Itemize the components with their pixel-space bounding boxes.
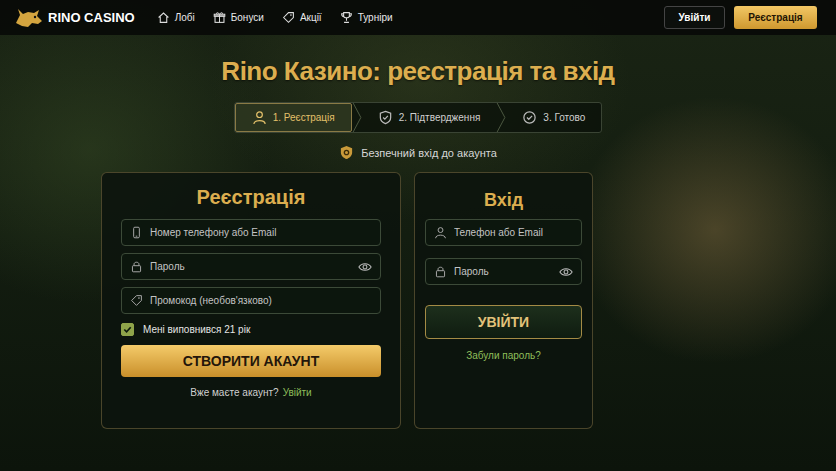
shield-coin-icon (339, 145, 354, 160)
register-input[interactable] (150, 221, 372, 244)
lock-icon (434, 265, 447, 278)
check-icon (122, 324, 133, 335)
secure-note: Безпечний вхід до акаунта (339, 145, 497, 160)
top-bar: RINO CASINO Лобі Бонуси Акції Турніри Увійти Р… (0, 0, 836, 35)
login-field (425, 219, 582, 246)
login-card: Вхід УВІЙТИ Забули пароль? (414, 172, 593, 429)
tag-icon (282, 11, 295, 24)
register-title: Реєстрація (121, 183, 381, 211)
trophy-icon (340, 11, 353, 24)
create-account-button[interactable]: СТВОРИТИ АКАУНТ (121, 345, 381, 377)
nav-item[interactable]: Турніри (340, 11, 393, 24)
nav-item[interactable]: Акції (282, 11, 322, 24)
register-field (121, 287, 381, 314)
register-footer: Вже маєте акаунт?Увійти (121, 387, 381, 398)
gift-icon (213, 11, 226, 24)
page: RINO CASINOЛобіБонусиАкціїТурніриУвійтиР… (0, 0, 836, 471)
user-icon (434, 226, 447, 239)
main-nav: Лобі Бонуси Акції Турніри (157, 11, 393, 24)
rhino-logo-icon (14, 7, 44, 29)
register-input[interactable] (150, 289, 372, 312)
register-card: Реєстрація Мені виповнився 21 рік СТВОРИТИ… (101, 172, 401, 429)
nav-item[interactable]: Бонуси (213, 11, 264, 24)
step: 3. Готово (506, 103, 601, 132)
lock-icon (130, 260, 143, 273)
register-field (121, 219, 381, 246)
login-button[interactable]: УВІЙТИ (425, 305, 582, 339)
main-content: Rino Казино: реєстрація та вхід 1. Реєстр… (0, 35, 836, 429)
header-register-button[interactable]: Реєстрація (734, 6, 817, 29)
login-link[interactable]: Увійти (283, 387, 312, 398)
step-separator-icon (352, 103, 362, 132)
forms-row: Реєстрація Мені виповнився 21 рік СТВОРИТИ… (101, 172, 593, 429)
age-checkbox-row[interactable]: Мені виповнився 21 рік (121, 323, 381, 336)
eye-icon[interactable] (559, 265, 573, 279)
login-input[interactable] (454, 221, 573, 244)
register-field (121, 253, 381, 280)
eye-icon[interactable] (358, 260, 372, 274)
home-icon (157, 11, 170, 24)
phone-icon (130, 226, 143, 239)
register-input[interactable] (150, 255, 351, 278)
forgot-password-link[interactable]: Забули пароль? (425, 350, 582, 361)
shield-check-icon (378, 110, 393, 125)
age-checkbox[interactable] (121, 323, 134, 336)
logo[interactable]: RINO CASINO (14, 7, 135, 29)
login-title: Вхід (425, 187, 582, 213)
stepper: 1. Реєстрація 2. Підтвердження 3. Готово (234, 102, 603, 133)
tag-icon (130, 294, 143, 307)
check-circle-icon (522, 110, 537, 125)
step: 1. Реєстрація (235, 103, 352, 132)
nav-item[interactable]: Лобі (157, 11, 195, 24)
step: 2. Підтвердження (362, 103, 497, 132)
user-icon (252, 110, 267, 125)
step-separator-icon (496, 103, 506, 132)
header-login-button[interactable]: Увійти (664, 6, 725, 29)
login-input[interactable] (454, 260, 552, 283)
login-field (425, 258, 582, 285)
page-title: Rino Казино: реєстрація та вхід (221, 53, 614, 89)
